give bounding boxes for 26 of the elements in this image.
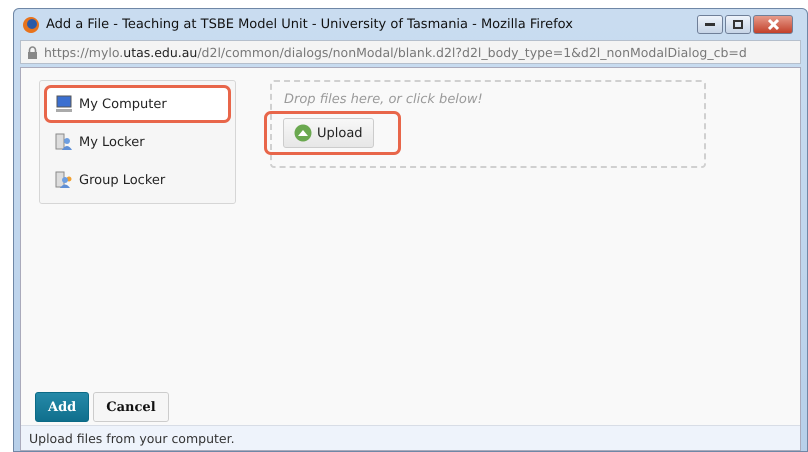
address-bar[interactable]: https://mylo.utas.edu.au/d2l/common/dialogs/nonModal/blank.d2l?d2l_body_type=1&d2l_nonModalDialog_cb=d — [20, 40, 801, 64]
close-icon — [768, 19, 778, 30]
url-text: https://mylo.utas.edu.au/d2l/common/dialogs/nonModal/blank.d2l?d2l_body_type=1&d2l_nonModalDialog_cb=d — [44, 44, 747, 60]
source-item[interactable]: Group Locker — [44, 161, 231, 199]
source-item[interactable]: My Computer — [44, 85, 231, 123]
close-button[interactable] — [753, 15, 793, 34]
window-title: Add a File - Teaching at TSBE Model Unit - University of Tasmania - Mozilla Firefox — [46, 17, 574, 32]
browser-logo-icon — [22, 16, 40, 34]
drop-hint: Drop files here, or click below! — [284, 92, 484, 107]
user-locker-icon — [55, 133, 73, 151]
computer-icon — [55, 95, 73, 113]
upload-icon — [294, 124, 312, 142]
upload-button[interactable]: Upload — [283, 118, 374, 148]
group-locker-icon — [55, 171, 73, 189]
source-label: My Locker — [79, 134, 145, 150]
minimize-icon — [705, 23, 715, 26]
lock-icon — [27, 46, 38, 58]
maximize-button[interactable] — [725, 15, 751, 34]
add-button[interactable]: Add — [35, 392, 90, 422]
source-label: My Computer — [79, 96, 167, 112]
status-bar: Upload files from your computer. — [21, 425, 800, 450]
source-label: Group Locker — [79, 172, 166, 188]
minimize-button[interactable] — [697, 15, 723, 34]
source-item[interactable]: My Locker — [44, 123, 231, 161]
cancel-button[interactable]: Cancel — [93, 392, 169, 422]
maximize-icon — [733, 20, 743, 29]
